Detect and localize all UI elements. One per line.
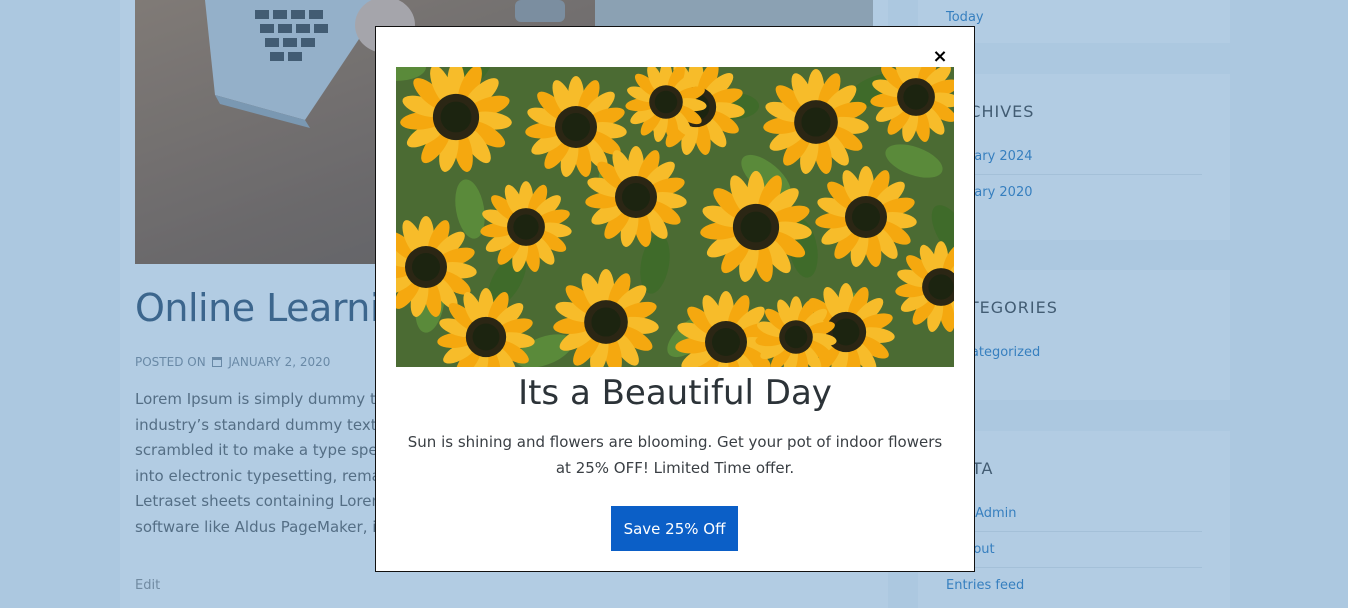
save-offer-button[interactable]: Save 25% Off (611, 506, 738, 551)
close-icon[interactable]: × (930, 47, 950, 67)
promo-popup: × Its a Beautiful Day Sun is shining and… (375, 26, 975, 572)
popup-text: Sun is shining and flowers are blooming.… (407, 433, 943, 477)
sunflowers-image (396, 67, 954, 367)
popup-title: Its a Beautiful Day (518, 373, 832, 413)
